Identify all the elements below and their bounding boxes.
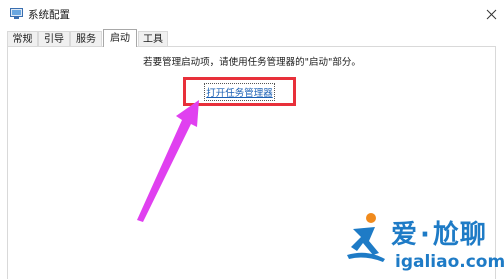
tab-tools[interactable]: 工具: [138, 31, 168, 46]
window-title: 系统配置: [28, 9, 70, 21]
watermark-title-dot: ·: [420, 220, 431, 250]
tab-startup[interactable]: 启动: [103, 29, 137, 47]
open-task-manager-link-text: 打开任务管理器: [204, 83, 275, 101]
watermark-domain: igaliao.com: [395, 252, 504, 272]
startup-instruction: 若要管理启动项，请使用任务管理器的"启动"部分。: [143, 57, 361, 68]
system-config-icon: [10, 8, 23, 19]
tab-bar: 常规 引导 服务 启动 工具: [7, 29, 497, 47]
open-task-manager-link[interactable]: 打开任务管理器: [185, 80, 294, 104]
tab-boot[interactable]: 引导: [38, 31, 70, 46]
title-bar: 系统配置: [0, 0, 504, 28]
system-config-window: 系统配置 常规 引导 服务 启动 工具 若要管理启动项，请使用任务管理器的"启动…: [0, 0, 504, 279]
watermark-figure-icon: [347, 213, 385, 262]
tab-services[interactable]: 服务: [70, 31, 102, 46]
tab-general[interactable]: 常规: [7, 31, 38, 46]
close-button[interactable]: [478, 0, 504, 28]
watermark: 爱·尬聊 igaliao.com: [345, 206, 504, 279]
watermark-title: 爱·尬聊: [391, 214, 487, 251]
watermark-title-part2: 尬聊: [432, 220, 487, 250]
watermark-title-part1: 爱: [391, 220, 419, 250]
close-icon: [486, 9, 496, 19]
